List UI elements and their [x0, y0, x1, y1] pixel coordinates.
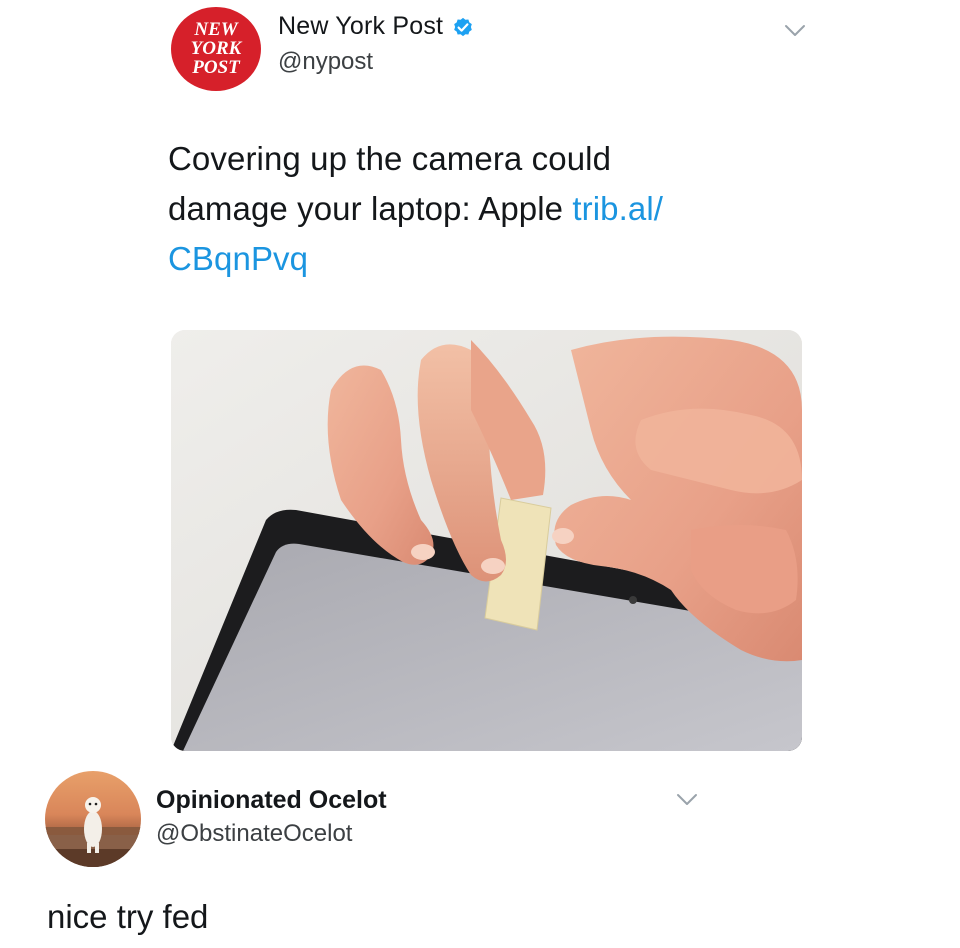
ocelot-avatar-image: [45, 797, 141, 867]
tweet-text-line1: Covering up the camera could: [168, 140, 612, 177]
tweet-author-handle[interactable]: @nypost: [278, 48, 373, 76]
chevron-down-icon[interactable]: [676, 793, 698, 807]
reply-author-avatar[interactable]: [45, 771, 141, 867]
hands-covering-camera-illustration: [171, 330, 802, 751]
reply-text: nice try fed: [47, 898, 209, 935]
reply-author-name[interactable]: Opinionated Ocelot: [156, 786, 387, 815]
tweet-media-image[interactable]: [171, 330, 802, 751]
nypost-avatar[interactable]: NEW YORK POST: [171, 7, 261, 91]
tweet-author-name[interactable]: New York Post: [278, 12, 443, 41]
nypost-logo: NEW YORK POST: [191, 19, 243, 78]
tweet-text-line2: damage your laptop: Apple: [168, 190, 573, 227]
tweet-link-part1[interactable]: trib.al/: [572, 190, 663, 227]
chevron-down-icon[interactable]: [784, 24, 806, 38]
reply-author-handle[interactable]: @ObstinateOcelot: [156, 820, 352, 848]
logo-word-york: YORK: [191, 38, 243, 59]
tweet-text: Covering up the camera could damage your…: [168, 134, 768, 284]
logo-word-new: NEW: [193, 19, 238, 40]
logo-word-post: POST: [191, 57, 241, 78]
tweet-author-row: New York Post: [278, 12, 475, 41]
tweet-link-part2[interactable]: CBqnPvq: [168, 240, 308, 277]
verified-badge-icon: [454, 17, 472, 36]
